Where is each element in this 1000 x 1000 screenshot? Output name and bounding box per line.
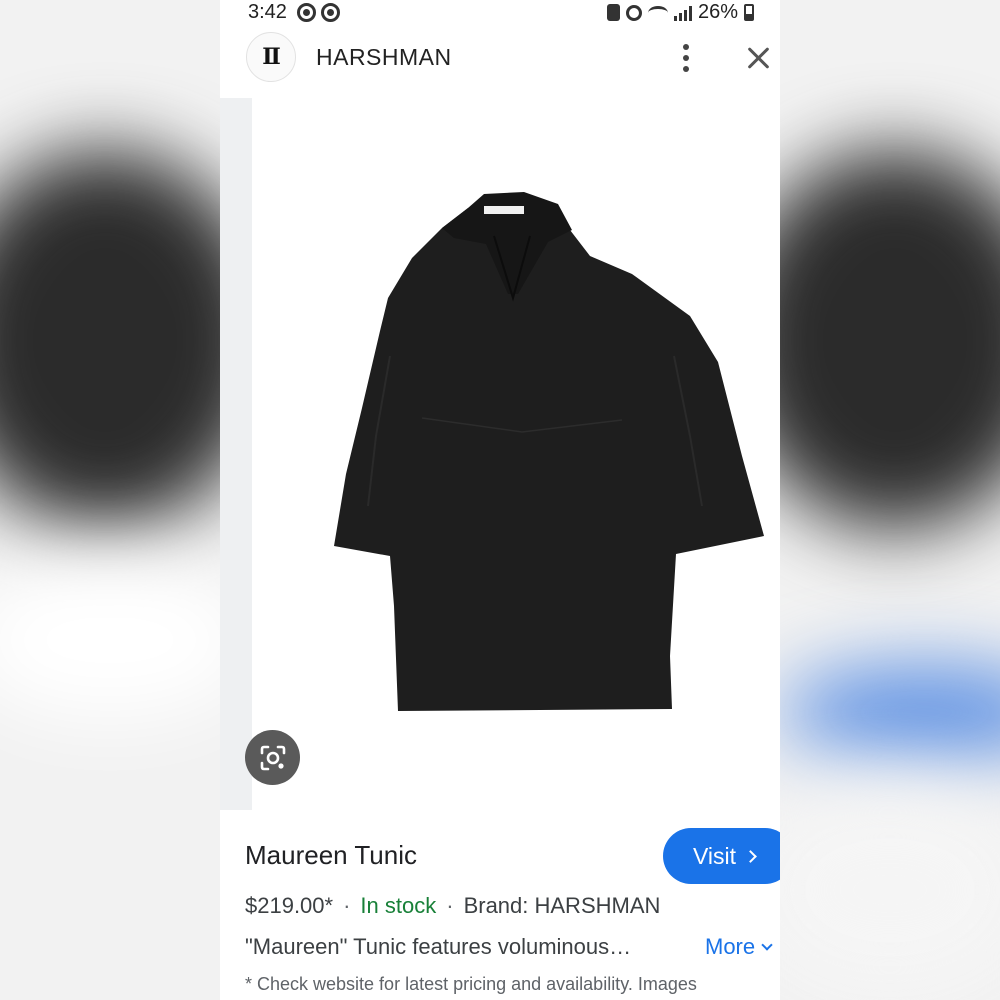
- notification-icon: [321, 3, 340, 22]
- more-label: More: [705, 934, 756, 959]
- brand-logo[interactable]: Ⅱ: [246, 32, 296, 82]
- tunic-body: [334, 196, 764, 711]
- logo-icon: Ⅱ: [262, 44, 281, 70]
- separator: ·: [446, 893, 454, 918]
- product-title: Maureen Tunic: [245, 840, 417, 870]
- product-info: Maureen Tunic Visit $219.00* · In stock · Br…: [220, 820, 780, 1000]
- product-description: "Maureen" Tunic features voluminous…: [245, 934, 632, 959]
- status-time: 3:42: [248, 1, 287, 23]
- chevron-right-icon: [744, 849, 757, 863]
- more-button[interactable]: More: [705, 934, 773, 960]
- visit-button[interactable]: Visit: [663, 828, 780, 884]
- previous-image-edge[interactable]: [220, 98, 252, 810]
- status-icons: 26%: [606, 1, 754, 24]
- visit-label: Visit: [693, 842, 737, 869]
- product-brand: Brand: HARSHMAN: [463, 893, 661, 918]
- more-vert-icon[interactable]: [672, 40, 700, 76]
- product-image-area[interactable]: [220, 98, 780, 810]
- google-lens-icon[interactable]: [245, 730, 300, 785]
- product-meta: $219.00* · In stock · Brand: HARSHMAN: [245, 893, 660, 919]
- backdrop-blue-right: [780, 665, 1000, 760]
- status-bar: 3:42 26%: [220, 0, 780, 26]
- battery-icon: [744, 4, 754, 21]
- close-icon[interactable]: [746, 44, 772, 72]
- chevron-down-icon: [761, 938, 773, 951]
- pricing-disclaimer: * Check website for latest pricing and a…: [245, 974, 697, 994]
- battery-percent: 26%: [697, 1, 738, 23]
- product-price: $219.00*: [245, 893, 334, 918]
- lens-glyph-icon: [260, 745, 285, 770]
- alarm-icon: [625, 4, 642, 21]
- wifi-icon: [647, 5, 668, 20]
- stock-status: In stock: [360, 893, 437, 918]
- phone-screen: 3:42 26% Ⅱ HARSHMAN Maureen Tunic Visit …: [220, 0, 780, 1000]
- source-header: Ⅱ HARSHMAN: [220, 30, 780, 86]
- brand-name[interactable]: HARSHMAN: [316, 44, 452, 71]
- notification-icon: [297, 3, 316, 22]
- tunic-label: [484, 206, 524, 214]
- product-image[interactable]: [272, 186, 772, 716]
- signal-icon: [673, 5, 692, 21]
- separator: ·: [343, 893, 351, 918]
- battery-saver-icon: [606, 4, 620, 21]
